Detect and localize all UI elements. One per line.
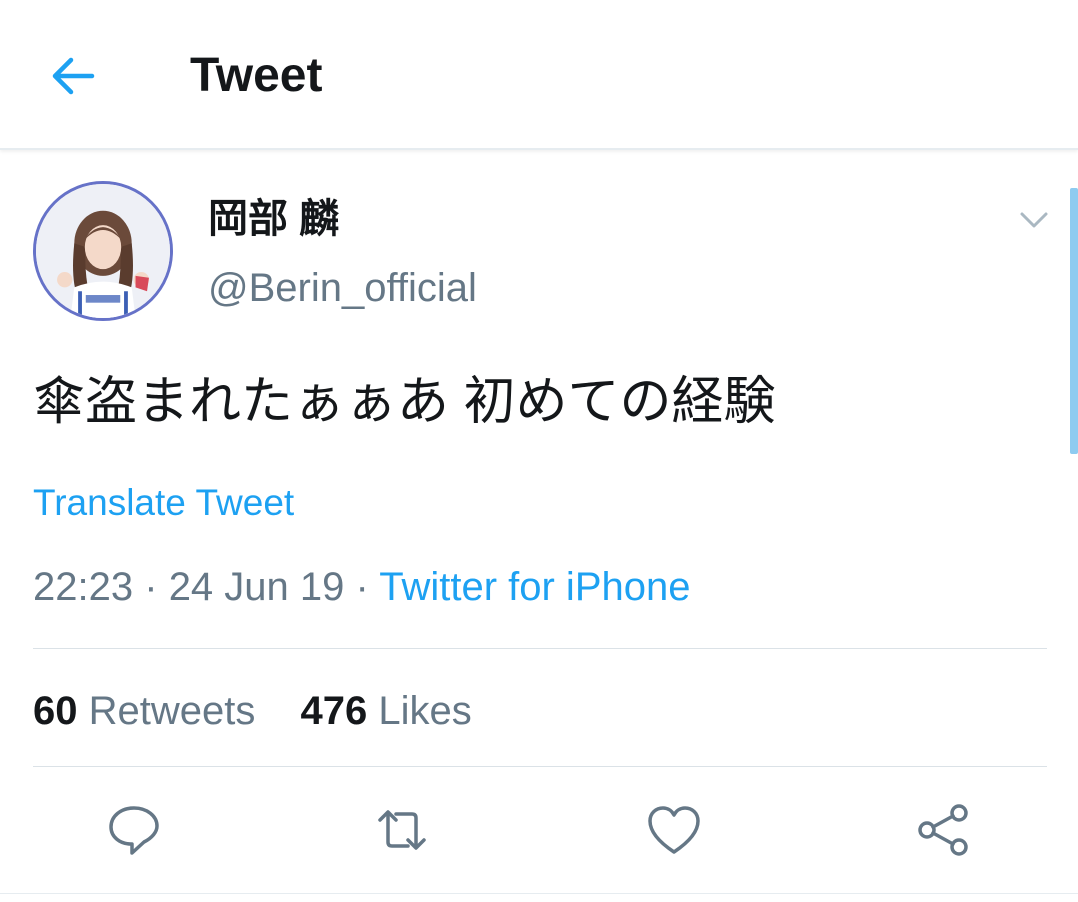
author-handle[interactable]: @Berin_official bbox=[208, 262, 477, 314]
profile-photo bbox=[36, 184, 170, 318]
likes-label: Likes bbox=[378, 689, 472, 733]
likes-count: 476 bbox=[300, 689, 368, 733]
like-button[interactable] bbox=[644, 800, 704, 860]
likes-stat[interactable]: 476 Likes bbox=[301, 686, 472, 736]
page-title: Tweet bbox=[190, 49, 323, 102]
arrow-left-icon bbox=[52, 57, 95, 95]
tweet-stats: 60 Retweets 476 Likes bbox=[33, 686, 472, 736]
divider bbox=[0, 893, 1078, 894]
tweet-source-link[interactable]: Twitter for iPhone bbox=[379, 565, 690, 609]
retweets-count: 60 bbox=[33, 689, 78, 733]
avatar[interactable] bbox=[33, 181, 173, 321]
chevron-down-icon bbox=[1020, 212, 1048, 228]
retweet-icon bbox=[378, 810, 426, 850]
tweet-menu-button[interactable] bbox=[1014, 200, 1054, 240]
share-icon bbox=[918, 804, 968, 856]
meta-separator: · bbox=[355, 565, 369, 609]
retweet-button[interactable] bbox=[372, 800, 432, 860]
tweet-detail-screen: Tweet 岡部 麟 @Berin_official 傘盗まれたぁぁあ 初めての… bbox=[0, 0, 1078, 902]
share-button[interactable] bbox=[914, 800, 974, 860]
retweets-stat[interactable]: 60 Retweets bbox=[33, 686, 255, 736]
tweet-text: 傘盗まれたぁぁあ 初めての経験 bbox=[33, 373, 776, 431]
back-button[interactable] bbox=[44, 46, 104, 106]
tweet-date: 24 Jun 19 bbox=[168, 565, 345, 609]
reply-button[interactable] bbox=[104, 800, 164, 860]
meta-separator: · bbox=[144, 565, 158, 609]
tweet-meta: 22:23 · 24 Jun 19 · Twitter for iPhone bbox=[33, 562, 690, 612]
translate-tweet-link[interactable]: Translate Tweet bbox=[33, 480, 294, 526]
tweet-time: 22:23 bbox=[33, 565, 134, 609]
top-app-bar: Tweet bbox=[0, 0, 1078, 150]
author-name[interactable]: 岡部 麟 bbox=[208, 193, 339, 245]
scrollbar-thumb[interactable] bbox=[1070, 188, 1078, 454]
divider bbox=[33, 648, 1047, 649]
divider bbox=[33, 766, 1047, 767]
like-icon bbox=[648, 806, 700, 854]
retweets-label: Retweets bbox=[88, 689, 256, 733]
reply-icon bbox=[109, 806, 159, 855]
